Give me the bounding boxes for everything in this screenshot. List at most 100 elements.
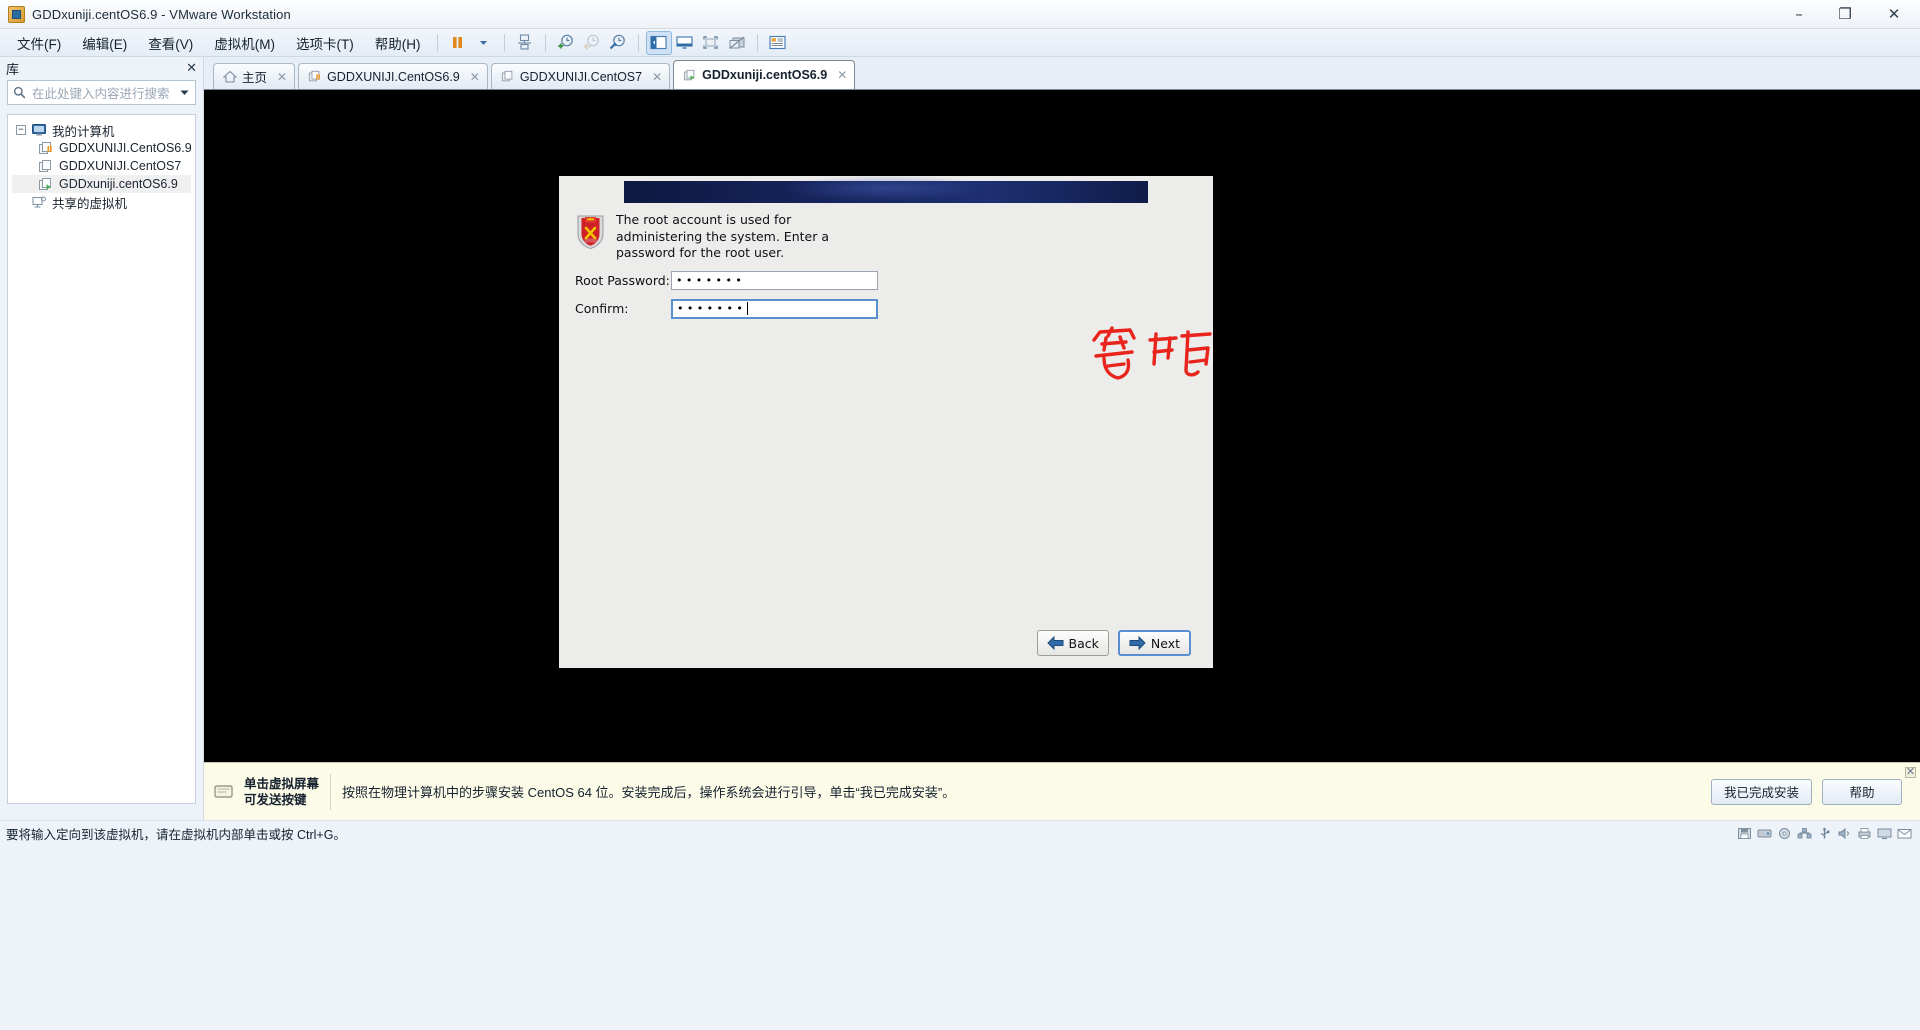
window-title: GDDxuniji.centOS6.9 - VMware Workstation	[32, 6, 291, 22]
vm-console[interactable]: The root account is used for administeri…	[204, 90, 1920, 762]
status-bar-area: 要将输入定向到该虚拟机，请在虚拟机内部单击或按 Ctrl+G。	[0, 820, 1920, 1030]
fullscreen-icon[interactable]	[698, 31, 724, 55]
confirm-password-label: Confirm:	[575, 301, 629, 316]
confirm-password-row: Confirm: •••••••	[559, 298, 1213, 319]
toolbar-separator	[544, 33, 546, 52]
toolbar-separator	[436, 33, 438, 52]
shared-vms-icon	[31, 195, 47, 210]
notify-hint-line1: 单击虚拟屏幕	[244, 776, 320, 791]
tree-item-label: GDDXUNIJI.CentOS7	[59, 159, 182, 173]
menu-view[interactable]: 查看(V)	[139, 30, 202, 56]
cdrom-icon[interactable]	[1777, 827, 1792, 840]
text-caret	[747, 302, 749, 315]
notify-buttons: 我已完成安装 帮助	[1701, 778, 1920, 805]
home-icon	[222, 70, 238, 83]
notify-close-icon[interactable]: ✕	[1905, 767, 1916, 778]
root-password-value: •••••••	[676, 273, 746, 287]
installer-banner	[624, 175, 1148, 203]
notify-message: 按照在物理计算机中的步骤安装 CentOS 64 位。安装完成后，操作系统会进行…	[342, 785, 956, 800]
library-panel: 库 ✕ 在此处键入内容进行搜索 − 我的计算机 GDDXUNIJI.CentOS…	[0, 57, 204, 820]
tab-label: 主页	[242, 71, 268, 85]
tab-gddxuniji-centos69-running[interactable]: GDDxuniji.centOS6.9 ✕	[673, 60, 856, 89]
network-icon[interactable]	[1797, 827, 1812, 840]
help-button[interactable]: 帮助	[1822, 778, 1902, 805]
tab-gddxuniji-centos69-suspended[interactable]: GDDXUNIJI.CentOS6.9 ✕	[298, 63, 488, 89]
menu-bar: 文件(F) 编辑(E) 查看(V) 虚拟机(M) 选项卡(T) 帮助(H)	[0, 29, 1920, 57]
tab-strip: 主页 ✕ GDDXUNIJI.CentOS6.9 ✕ GDDXUNIJI.Cen…	[204, 57, 1920, 90]
vm-suspended-icon	[38, 141, 54, 156]
back-button[interactable]: Back	[1036, 630, 1109, 656]
revert-snapshot-icon[interactable]	[579, 31, 605, 55]
sidebar-item-gddxuniji-centos69-suspended[interactable]: GDDXUNIJI.CentOS6.9	[12, 139, 192, 157]
take-snapshot-icon[interactable]	[553, 31, 579, 55]
menu-tabs[interactable]: 选项卡(T)	[287, 30, 363, 56]
vm-library-tree: − 我的计算机 GDDXUNIJI.CentOS6.9 GDDXUNIJI.Ce…	[7, 114, 196, 804]
tree-item-label: 我的计算机	[52, 124, 115, 139]
dropdown-arrow-icon[interactable]	[471, 31, 497, 55]
floppy-icon[interactable]	[1737, 827, 1752, 840]
toolbar	[445, 29, 791, 57]
usb-icon[interactable]	[1817, 827, 1832, 840]
root-password-row: Root Password: •••••••	[559, 270, 1213, 290]
tab-gddxuniji-centos7[interactable]: GDDXUNIJI.CentOS7 ✕	[490, 63, 671, 89]
harddisk-icon[interactable]	[1757, 827, 1772, 840]
root-password-input[interactable]: •••••••	[671, 270, 878, 290]
snapshot-manager-icon[interactable]	[512, 31, 538, 55]
tab-close-icon[interactable]: ✕	[652, 70, 662, 84]
display-icon[interactable]	[1877, 827, 1892, 840]
tab-label: GDDXUNIJI.CentOS7	[519, 69, 643, 84]
menu-file[interactable]: 文件(F)	[8, 30, 70, 56]
tab-home[interactable]: 主页 ✕	[213, 63, 296, 89]
menu-vm[interactable]: 虚拟机(M)	[205, 30, 284, 56]
tab-close-icon[interactable]: ✕	[277, 70, 287, 84]
root-password-note: The root account is used for administeri…	[559, 212, 1213, 262]
notify-divider	[330, 773, 332, 810]
root-password-description: The root account is used for administeri…	[616, 212, 829, 260]
maximize-button[interactable]: ❐	[1822, 0, 1868, 29]
next-button[interactable]: Next	[1117, 630, 1191, 656]
printer-icon[interactable]	[1857, 827, 1872, 840]
vm-powered-off-icon	[501, 70, 515, 83]
tree-item-label: 共享的虚拟机	[52, 196, 128, 211]
tab-close-icon[interactable]: ✕	[470, 70, 480, 84]
vm-screen-icon	[214, 784, 236, 800]
centos-installer-dialog: The root account is used for administeri…	[559, 175, 1213, 668]
sidebar-item-gddxuniji-centos69-running[interactable]: GDDxuniji.centOS6.9	[12, 175, 191, 193]
library-close-icon[interactable]: ✕	[186, 60, 197, 76]
unity-mode-icon[interactable]	[724, 31, 750, 55]
arrow-left-icon	[1046, 635, 1064, 651]
library-search-box[interactable]: 在此处键入内容进行搜索	[7, 80, 196, 105]
notify-hint-line2: 可发送按键	[244, 792, 307, 807]
window-controls: – ❐ ✕	[1776, 0, 1920, 29]
sidebar-item-shared-vms[interactable]: 共享的虚拟机	[12, 193, 191, 211]
sound-icon[interactable]	[1837, 827, 1852, 840]
finished-install-button[interactable]: 我已完成安装	[1710, 778, 1812, 805]
tree-item-label: GDDxuniji.centOS6.9	[59, 177, 178, 191]
show-library-icon[interactable]	[645, 30, 672, 55]
tab-close-icon[interactable]: ✕	[837, 68, 847, 82]
manage-snapshot-icon[interactable]	[605, 31, 631, 55]
tree-item-my-computer[interactable]: − 我的计算机	[12, 121, 191, 139]
vm-running-icon	[683, 69, 697, 82]
installer-navigation: Back Next	[559, 630, 1213, 656]
minimize-button[interactable]: –	[1776, 0, 1822, 29]
library-header: 库 ✕	[0, 57, 203, 79]
my-computer-icon	[31, 123, 47, 138]
pause-icon[interactable]	[445, 31, 471, 55]
library-title: 库	[6, 61, 20, 77]
confirm-password-input[interactable]: •••••••	[671, 298, 878, 319]
chevron-down-icon[interactable]	[179, 87, 190, 98]
show-thumbnail-bar-icon[interactable]	[672, 31, 698, 55]
tree-expander-icon[interactable]: −	[16, 125, 26, 135]
message-icon[interactable]	[1897, 827, 1912, 840]
console-view-icon[interactable]	[765, 31, 791, 55]
close-button[interactable]: ✕	[1868, 0, 1920, 29]
menu-edit[interactable]: 编辑(E)	[73, 30, 136, 56]
sidebar-item-gddxuniji-centos7[interactable]: GDDXUNIJI.CentOS7	[12, 157, 191, 175]
vm-suspended-icon	[308, 70, 322, 83]
search-icon	[13, 86, 26, 99]
menu-help[interactable]: 帮助(H)	[366, 30, 430, 56]
confirm-password-value: •••••••	[677, 302, 747, 315]
back-button-label: Back	[1068, 635, 1099, 651]
